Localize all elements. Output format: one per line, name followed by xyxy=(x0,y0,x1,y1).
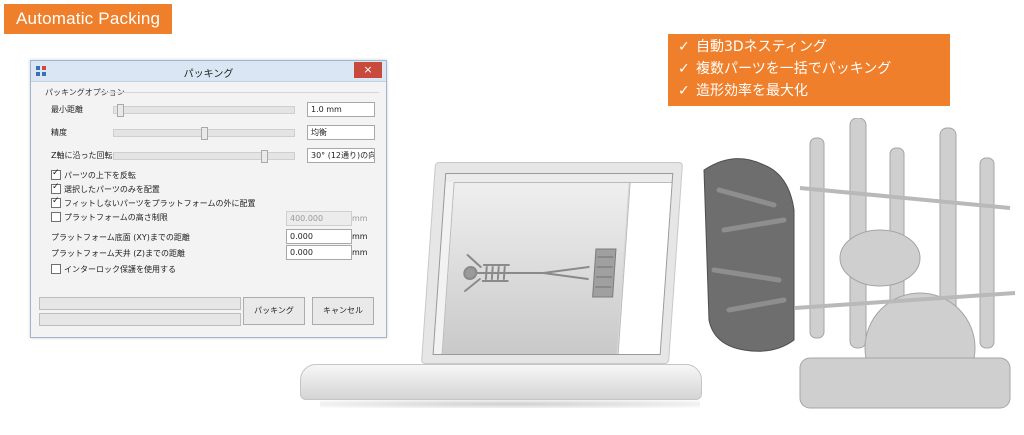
feature-item: ✓ 自動3Dネスティング xyxy=(678,36,940,58)
slider-thumb[interactable] xyxy=(117,104,125,117)
outside-platform-checkbox[interactable]: フィットしないパーツをプラットフォームの外に配置 xyxy=(51,196,256,209)
checkbox-box[interactable] xyxy=(51,196,61,208)
checkbox-label: 選択したパーツのみを配置 xyxy=(64,185,160,194)
close-icon: × xyxy=(363,63,373,76)
precision-label: 精度 xyxy=(51,128,67,137)
packed-parts-dark-icon xyxy=(703,158,795,352)
laptop-screen xyxy=(432,173,674,355)
xy-distance-label: プラットフォーム底面 (XY)までの距離 xyxy=(51,233,190,242)
laptop-base xyxy=(300,364,702,400)
progress-bar xyxy=(39,313,241,326)
min-distance-label: 最小距離 xyxy=(51,105,83,114)
checkbox-label: プラットフォームの高さ制限 xyxy=(64,213,168,222)
laptop-lid xyxy=(420,162,684,364)
checkbox-label: フィットしないパーツをプラットフォームの外に配置 xyxy=(64,199,256,208)
checkbox-label: パーツの上下を反転 xyxy=(64,171,136,180)
min-distance-field[interactable]: 1.0 mm xyxy=(307,102,375,117)
checkbox-box[interactable] xyxy=(51,168,61,180)
feature-label: 自動3Dネスティング xyxy=(696,39,827,55)
laptop-illustration xyxy=(280,150,710,410)
selected-only-checkbox[interactable]: 選択したパーツのみを配置 xyxy=(51,182,160,195)
feature-list: ✓ 自動3Dネスティング ✓ 複数パーツを一括でパッキング ✓ 造形効率を最大化 xyxy=(668,34,950,106)
laptop-shadow xyxy=(320,400,700,408)
checkbox-box[interactable] xyxy=(51,212,61,222)
z-rotation-slider[interactable] xyxy=(113,150,295,163)
dialog-title: パッキング xyxy=(183,69,234,80)
feature-label: 複数パーツを一括でパッキング xyxy=(696,61,892,77)
skeleton-model-icon xyxy=(463,248,617,298)
screen-3d-viewport xyxy=(442,183,629,354)
page-title: Automatic Packing xyxy=(4,4,173,34)
checkbox-box[interactable] xyxy=(51,264,61,274)
check-icon: ✓ xyxy=(678,61,690,77)
slider-thumb[interactable] xyxy=(200,127,208,140)
slider-thumb[interactable] xyxy=(261,150,269,163)
progress-bar xyxy=(39,297,241,310)
interlock-checkbox[interactable]: インターロック保護を使用する xyxy=(51,264,176,275)
flip-parts-checkbox[interactable]: パーツの上下を反転 xyxy=(51,168,136,181)
precision-slider[interactable] xyxy=(113,127,295,140)
checkbox-label: インターロック保護を使用する xyxy=(64,265,176,274)
feature-item: ✓ 造形効率を最大化 xyxy=(678,80,940,102)
min-distance-slider[interactable] xyxy=(113,104,295,117)
feature-label: 造形効率を最大化 xyxy=(696,83,808,99)
screen-toolbar xyxy=(445,174,673,183)
checkbox-box[interactable] xyxy=(51,182,61,194)
check-icon: ✓ xyxy=(678,39,690,55)
packed-parts-light-icon xyxy=(794,118,1016,409)
group-divider xyxy=(97,92,379,93)
check-icon: ✓ xyxy=(678,83,690,99)
z-rotation-label: Z軸に沿った回転 xyxy=(51,151,113,160)
height-limit-checkbox[interactable]: プラットフォームの高さ制限 xyxy=(51,212,168,223)
feature-item: ✓ 複数パーツを一括でパッキング xyxy=(678,58,940,80)
precision-field[interactable]: 均衡 xyxy=(307,125,375,140)
dialog-titlebar[interactable]: パッキング × xyxy=(31,61,386,82)
close-button[interactable]: × xyxy=(354,62,382,78)
z-distance-label: プラットフォーム天井 (Z)までの距離 xyxy=(51,249,186,258)
